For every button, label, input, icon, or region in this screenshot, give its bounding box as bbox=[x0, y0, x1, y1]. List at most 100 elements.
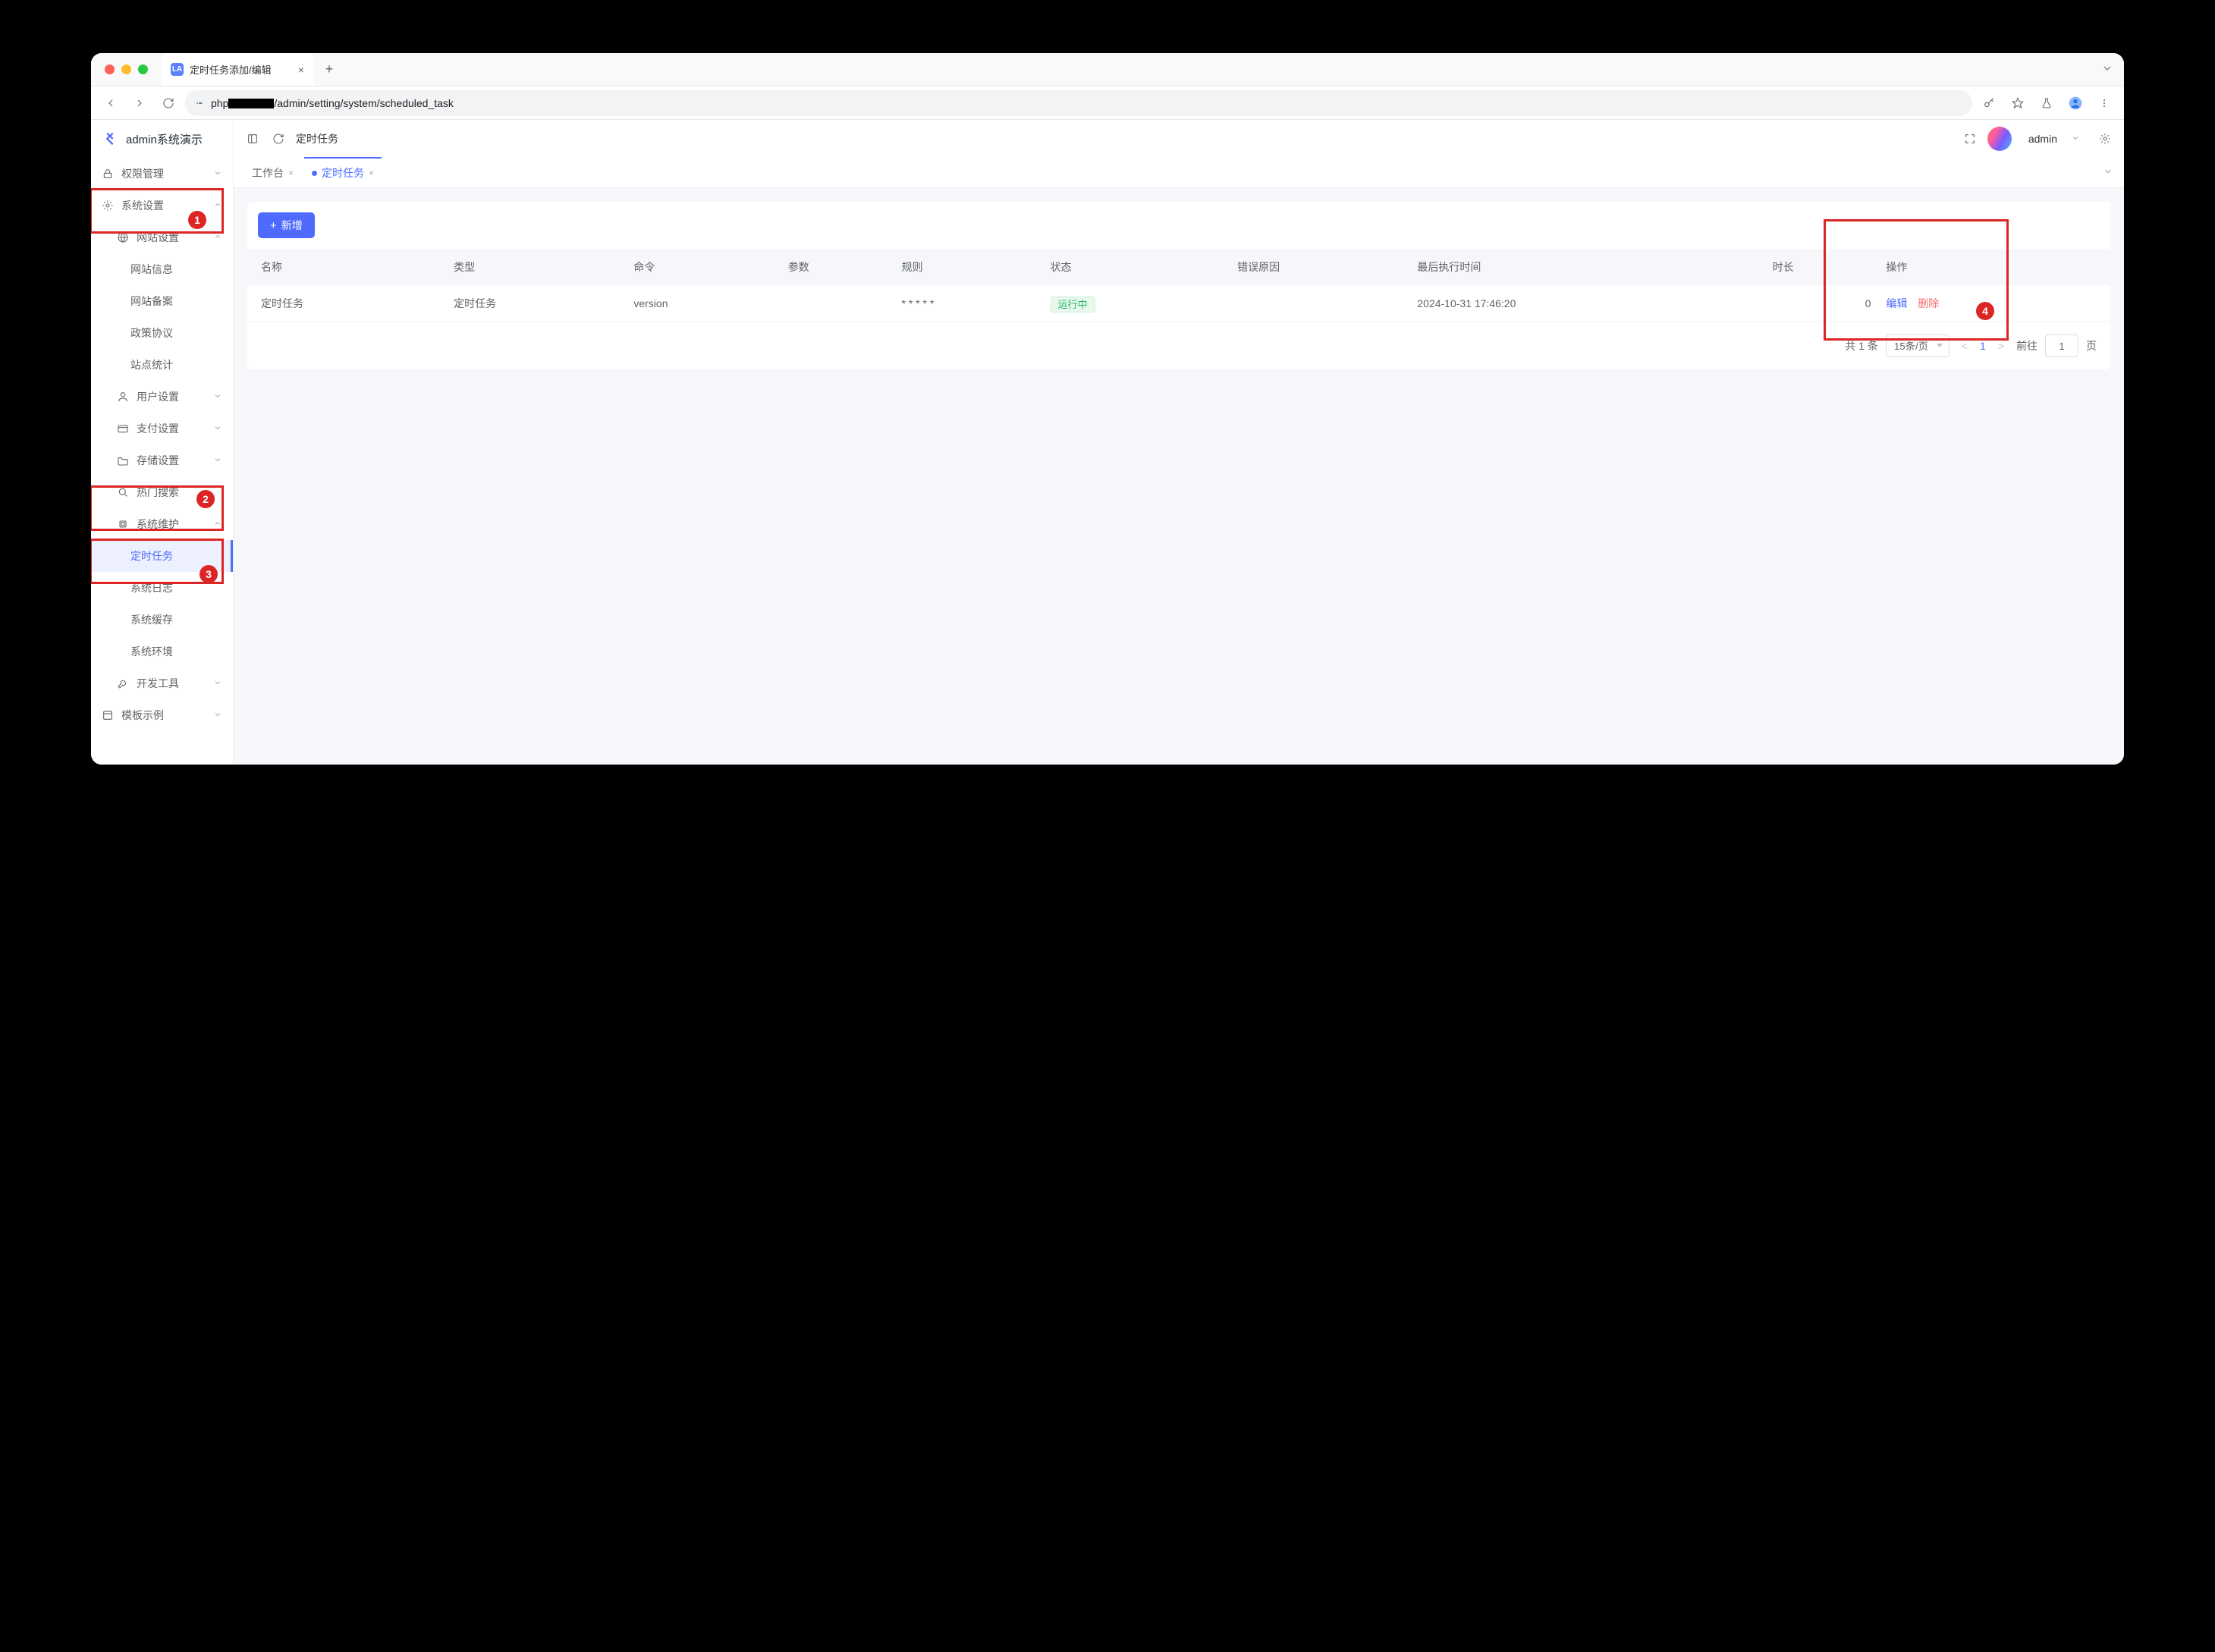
avatar[interactable] bbox=[1987, 127, 2012, 151]
topbar: 定时任务 admin bbox=[234, 120, 2124, 158]
sidebar-item-system-settings[interactable]: 系统设置 bbox=[91, 190, 233, 221]
wrench-icon bbox=[117, 677, 129, 689]
window-titlebar: LA 定时任务添加/编辑 × + bbox=[91, 53, 2124, 86]
sidebar-item-system-env[interactable]: 系统环境 bbox=[91, 636, 233, 667]
cpu-icon bbox=[117, 518, 129, 530]
sidebar-menu: 权限管理 系统设置 1 网站设置 网站信息 网站备案 政策协议 站点统计 用户设… bbox=[91, 158, 233, 765]
col-rule: 规则 bbox=[894, 249, 1043, 285]
sidebar-item-payment-settings[interactable]: 支付设置 bbox=[91, 413, 233, 444]
sidebar-item-site-stats[interactable]: 站点统计 bbox=[91, 349, 233, 381]
cell-params bbox=[781, 285, 894, 322]
jump-input[interactable] bbox=[2045, 334, 2078, 357]
box-icon bbox=[102, 709, 114, 721]
cell-cmd: version bbox=[626, 285, 780, 322]
pagination-total: 共 1 条 bbox=[1845, 338, 1878, 353]
globe-icon bbox=[117, 231, 129, 243]
reload-button[interactable] bbox=[156, 91, 181, 115]
page-tabs: 工作台× 定时任务× bbox=[234, 158, 2124, 188]
forward-button[interactable] bbox=[127, 91, 152, 115]
add-button[interactable]: +新增 bbox=[258, 212, 315, 238]
brand-text: admin系统演示 bbox=[126, 131, 203, 147]
cell-last-exec: 2024-10-31 17:46:20 bbox=[1409, 285, 1764, 322]
cell-type: 定时任务 bbox=[446, 285, 626, 322]
address-bar[interactable]: php/admin/setting/system/scheduled_task bbox=[185, 90, 1972, 116]
chevron-up-icon bbox=[213, 232, 222, 243]
tab-scheduled-task[interactable]: 定时任务× bbox=[304, 157, 382, 187]
cell-error bbox=[1230, 285, 1409, 322]
gear-icon bbox=[102, 199, 114, 212]
col-actions: 操作 bbox=[1878, 249, 2110, 285]
col-status: 状态 bbox=[1043, 249, 1230, 285]
chevron-down-icon bbox=[213, 710, 222, 721]
col-error: 错误原因 bbox=[1230, 249, 1409, 285]
chevron-down-icon bbox=[213, 423, 222, 435]
brand[interactable]: admin系统演示 bbox=[91, 120, 233, 158]
traffic-lights bbox=[91, 64, 162, 74]
delete-link[interactable]: 删除 bbox=[1918, 297, 1939, 309]
star-icon[interactable] bbox=[2006, 91, 2030, 115]
next-page-button[interactable]: > bbox=[1994, 340, 2009, 352]
cell-status: 运行中 bbox=[1043, 285, 1230, 322]
tabs-more-button[interactable] bbox=[2103, 166, 2113, 179]
col-last-exec: 最后执行时间 bbox=[1409, 249, 1764, 285]
plus-icon: + bbox=[270, 219, 277, 232]
sidebar-item-site-record[interactable]: 网站备案 bbox=[91, 285, 233, 317]
sidebar-item-scheduled-task[interactable]: 定时任务 bbox=[91, 540, 233, 572]
sidebar-item-system-maintenance[interactable]: 系统维护 bbox=[91, 508, 233, 540]
logo-icon bbox=[102, 130, 118, 147]
chevron-down-icon bbox=[213, 455, 222, 466]
cell-name: 定时任务 bbox=[247, 285, 446, 322]
url-host: php/admin/setting/system/scheduled_task bbox=[211, 97, 454, 109]
sidebar-item-policy[interactable]: 政策协议 bbox=[91, 317, 233, 349]
sidebar-item-dev-tools[interactable]: 开发工具 bbox=[91, 667, 233, 699]
maximize-window-button[interactable] bbox=[138, 64, 148, 74]
collapse-sidebar-button[interactable] bbox=[244, 130, 261, 147]
task-table: 名称 类型 命令 参数 规则 状态 错误原因 最后执行时间 时长 操作 定时任务… bbox=[247, 249, 2110, 322]
jump-suffix: 页 bbox=[2086, 338, 2097, 353]
current-page[interactable]: 1 bbox=[1980, 340, 1986, 352]
prev-page-button[interactable]: < bbox=[1957, 340, 1972, 352]
content-card: +新增 名称 类型 命令 参数 规则 状态 错误原因 最后执行时间 时长 操作 … bbox=[247, 202, 2110, 369]
breadcrumb: 定时任务 bbox=[296, 131, 338, 146]
tab-workspace[interactable]: 工作台× bbox=[244, 158, 301, 188]
close-icon[interactable]: × bbox=[369, 168, 374, 178]
col-name: 名称 bbox=[247, 249, 446, 285]
sidebar-item-hot-search[interactable]: 热门搜索 bbox=[91, 476, 233, 508]
sidebar-item-site-settings[interactable]: 网站设置 bbox=[91, 221, 233, 253]
minimize-window-button[interactable] bbox=[121, 64, 131, 74]
settings-icon[interactable] bbox=[2097, 130, 2113, 147]
col-cmd: 命令 bbox=[626, 249, 780, 285]
cell-rule: * * * * * bbox=[894, 285, 1043, 322]
key-icon[interactable] bbox=[1977, 91, 2001, 115]
sidebar: admin系统演示 权限管理 系统设置 1 网站设置 网站信息 网站备案 政策协… bbox=[91, 120, 234, 765]
cell-actions: 编辑 删除 bbox=[1878, 285, 2110, 322]
chevron-down-icon[interactable] bbox=[2091, 62, 2124, 77]
pagination: 共 1 条 15条/页 < 1 > 前往 页 bbox=[247, 322, 2110, 362]
sidebar-item-permission[interactable]: 权限管理 bbox=[91, 158, 233, 190]
kebab-menu-icon[interactable] bbox=[2092, 91, 2116, 115]
sidebar-item-template-example[interactable]: 模板示例 bbox=[91, 699, 233, 731]
chevron-down-icon[interactable] bbox=[2071, 133, 2080, 145]
refresh-button[interactable] bbox=[270, 130, 287, 147]
back-button[interactable] bbox=[99, 91, 123, 115]
close-icon[interactable]: × bbox=[288, 168, 294, 178]
labs-icon[interactable] bbox=[2034, 91, 2059, 115]
sidebar-item-site-info[interactable]: 网站信息 bbox=[91, 253, 233, 285]
redacted-host-part bbox=[228, 99, 274, 108]
close-window-button[interactable] bbox=[105, 64, 115, 74]
edit-link[interactable]: 编辑 bbox=[1886, 297, 1907, 309]
sidebar-item-system-log[interactable]: 系统日志 bbox=[91, 572, 233, 604]
page-size-select[interactable]: 15条/页 bbox=[1886, 334, 1950, 357]
sidebar-item-user-settings[interactable]: 用户设置 bbox=[91, 381, 233, 413]
sidebar-item-storage-settings[interactable]: 存储设置 bbox=[91, 444, 233, 476]
main-content: 定时任务 admin 工作台× 定时任务× +新增 名称 类型 命令 参数 规则 bbox=[234, 120, 2124, 765]
table-row: 定时任务 定时任务 version * * * * * 运行中 2024-10-… bbox=[247, 285, 2110, 322]
fullscreen-button[interactable] bbox=[1962, 130, 1978, 147]
active-dot-icon bbox=[312, 171, 317, 176]
username[interactable]: admin bbox=[2028, 133, 2057, 145]
browser-tab[interactable]: LA 定时任务添加/编辑 × bbox=[162, 53, 313, 86]
close-tab-icon[interactable]: × bbox=[298, 64, 304, 76]
profile-icon[interactable] bbox=[2063, 91, 2088, 115]
sidebar-item-system-cache[interactable]: 系统缓存 bbox=[91, 604, 233, 636]
new-tab-button[interactable]: + bbox=[318, 58, 341, 81]
